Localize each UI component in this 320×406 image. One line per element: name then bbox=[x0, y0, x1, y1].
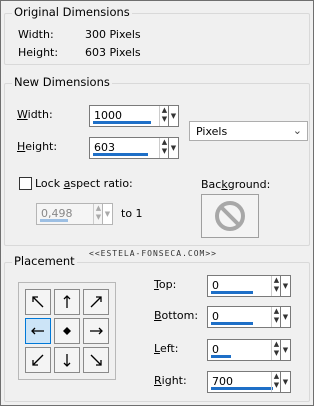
lock-aspect-ratio-checkbox[interactable] bbox=[19, 177, 32, 190]
new-height-spinbox[interactable]: 603 ▲ ▼ ▼ bbox=[89, 137, 179, 159]
arrow-down-icon bbox=[63, 354, 71, 367]
anchor-middle-right[interactable] bbox=[83, 318, 109, 344]
dropdown-arrow-icon[interactable]: ▼ bbox=[168, 106, 178, 126]
top-offset-label: Top: bbox=[154, 278, 177, 291]
left-offset-slider-bar[interactable] bbox=[211, 355, 231, 358]
anchor-bottom-center[interactable] bbox=[54, 347, 80, 373]
new-width-label: Width: bbox=[17, 108, 53, 121]
bottom-offset-spinbox[interactable]: 0 ▲ ▼ ▼ bbox=[207, 306, 291, 328]
aspect-ratio-slider-bar[interactable] bbox=[40, 219, 68, 222]
placement-title: Placement bbox=[12, 254, 77, 268]
arrow-down-left-icon bbox=[32, 354, 44, 366]
arrow-up-left-icon bbox=[32, 296, 44, 308]
anchor-top-center[interactable] bbox=[54, 289, 80, 315]
anchor-bottom-left[interactable] bbox=[25, 347, 51, 373]
anchor-bottom-right[interactable] bbox=[83, 347, 109, 373]
dropdown-arrow-icon[interactable]: ▼ bbox=[280, 340, 290, 360]
right-offset-label: Right: bbox=[154, 374, 187, 387]
new-height-slider-bar[interactable] bbox=[93, 153, 148, 156]
units-value: Pixels bbox=[196, 125, 228, 138]
original-dimensions-title: Original Dimensions bbox=[12, 5, 132, 19]
left-offset-label: Left: bbox=[154, 342, 179, 355]
right-offset-spinbox[interactable]: 700 ▲ ▼ ▼ bbox=[207, 371, 291, 393]
anchor-top-left[interactable] bbox=[25, 289, 51, 315]
new-width-spinbox[interactable]: 1000 ▲ ▼ ▼ bbox=[89, 105, 179, 127]
background-color-swatch[interactable] bbox=[201, 194, 259, 238]
anchor-top-right[interactable] bbox=[83, 289, 109, 315]
anchor-grid bbox=[18, 282, 116, 380]
canvas-size-dialog: Original Dimensions Width: 300 Pixels He… bbox=[0, 0, 314, 406]
new-dimensions-title: New Dimensions bbox=[12, 75, 112, 89]
original-width-label: Width: bbox=[18, 28, 54, 41]
right-offset-slider-bar[interactable] bbox=[211, 387, 273, 390]
original-width-value: 300 Pixels bbox=[85, 28, 141, 41]
dropdown-arrow-icon[interactable]: ▼ bbox=[280, 307, 290, 327]
ratio-suffix: to 1 bbox=[121, 207, 143, 220]
dropdown-arrow-icon[interactable]: ▼ bbox=[168, 138, 178, 158]
top-offset-spinbox[interactable]: 0 ▲ ▼ ▼ bbox=[207, 275, 291, 297]
watermark-text: <<ESTELA-FONSECA.COM>> bbox=[89, 249, 217, 258]
bottom-offset-label: Bottom: bbox=[154, 309, 199, 322]
new-width-slider-bar[interactable] bbox=[93, 121, 151, 124]
original-height-label: Height: bbox=[18, 46, 59, 59]
arrow-left-icon bbox=[31, 327, 44, 335]
lock-aspect-ratio-label[interactable]: Lock aspect ratio: bbox=[35, 177, 133, 190]
dropdown-arrow-icon[interactable]: ▼ bbox=[280, 372, 290, 392]
arrow-up-right-icon bbox=[90, 296, 102, 308]
chevron-down-icon[interactable]: ⌄ bbox=[293, 124, 302, 137]
anchor-middle-left[interactable] bbox=[25, 318, 51, 344]
arrow-up-icon bbox=[63, 295, 71, 308]
left-offset-spinbox[interactable]: 0 ▲ ▼ ▼ bbox=[207, 339, 291, 361]
background-label: Background: bbox=[201, 178, 271, 191]
anchor-center[interactable] bbox=[54, 318, 80, 344]
aspect-ratio-spinbox[interactable]: 0,498 ▲ ▼ ▼ bbox=[36, 203, 113, 225]
top-offset-slider-bar[interactable] bbox=[211, 291, 253, 294]
dropdown-arrow-icon[interactable]: ▼ bbox=[280, 276, 290, 296]
new-height-label: Height: bbox=[17, 140, 58, 153]
arrow-right-icon bbox=[90, 327, 103, 335]
arrow-down-right-icon bbox=[90, 354, 102, 366]
diamond-icon bbox=[63, 327, 71, 335]
units-select[interactable]: Pixels ⌄ bbox=[189, 121, 308, 141]
bottom-offset-slider-bar[interactable] bbox=[211, 322, 253, 325]
dropdown-arrow-icon[interactable]: ▼ bbox=[102, 204, 112, 224]
original-height-value: 603 Pixels bbox=[85, 46, 141, 59]
no-background-icon bbox=[215, 201, 245, 231]
